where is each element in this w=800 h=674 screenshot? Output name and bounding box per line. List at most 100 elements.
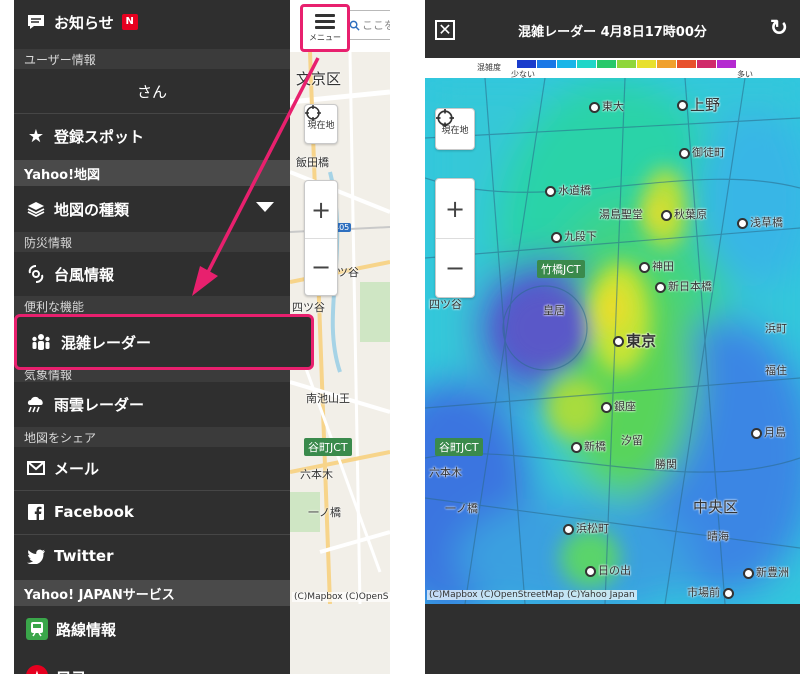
- heatmap-label: 新日本橋: [655, 278, 712, 294]
- menu-item-registered-spots[interactable]: ★ 登録スポット: [14, 114, 290, 158]
- rain-radar-label: 雨雲レーダー: [54, 395, 145, 414]
- legend-swatch: [657, 60, 676, 68]
- heatmap-label: 市場前: [687, 584, 736, 600]
- heatmap-label: 浜松町: [563, 520, 609, 536]
- left-screen-menu: 文京区 飯田橋 四ツ谷 四ツ谷 南池山王 谷町JCT 六本木 一ノ橋 405 (…: [14, 0, 390, 674]
- menu-item-map-type[interactable]: 地図の種類: [14, 187, 290, 231]
- legend-swatch: [597, 60, 616, 68]
- menu-item-typhoon[interactable]: 台風情報: [14, 252, 290, 296]
- new-badge: N: [121, 14, 138, 30]
- heatmap-label-text: 水道橋: [558, 184, 591, 197]
- heatmap-label-text: 神田: [652, 260, 674, 273]
- zoom-control: + −: [304, 180, 338, 296]
- legend-swatch: [717, 60, 736, 68]
- heatmap-label-text: 九段下: [564, 230, 597, 243]
- menu-item-rain-radar[interactable]: 雨雲レーダー: [14, 382, 290, 426]
- heatmap-label: 新豊洲: [743, 564, 789, 580]
- congestion-heatmap[interactable]: 東大 上野 御徒町 湯島聖堂 秋葉原 水道橋 九段下 浅草橋 竹橋JCT 神田 …: [425, 78, 800, 604]
- section-useful: 便利な機能: [14, 296, 290, 316]
- radar-title: 混雑レーダー 4月8日17時00分: [518, 25, 707, 40]
- heatmap-label-text: 東大: [602, 100, 624, 113]
- heatmap-label: 四ツ谷: [429, 298, 462, 311]
- crosshair-icon: [305, 105, 321, 121]
- heatmap-label-text: 新日本橋: [668, 280, 712, 293]
- jct-label: 谷町JCT: [304, 438, 352, 456]
- heatmap-label-text: 浜松町: [576, 522, 609, 535]
- menu-item-congestion-radar[interactable]: 混雑レーダー: [14, 314, 314, 370]
- map-type-label: 地図の種類: [54, 200, 130, 219]
- zoom-out-button[interactable]: −: [436, 238, 474, 297]
- heatmap-label-text: 新豊洲: [756, 566, 789, 579]
- rain-cloud-icon: [26, 394, 46, 414]
- map-label: 南池山王: [306, 392, 350, 405]
- menu-item-notice[interactable]: お知らせ N: [14, 0, 290, 44]
- mail-icon: [26, 458, 46, 478]
- menu-item-mail[interactable]: メール: [14, 447, 290, 489]
- heatmap-label: 新橋: [571, 438, 606, 454]
- heatmap-label-text: 銀座: [614, 400, 636, 413]
- heatmap-label-text: 市場前: [687, 586, 720, 599]
- mail-label: メール: [54, 459, 100, 478]
- menu-button[interactable]: メニュー: [300, 4, 350, 52]
- legend-swatch: [617, 60, 636, 68]
- loco-icon: ★: [26, 665, 48, 674]
- heatmap-label: 皇居: [543, 304, 565, 317]
- heatmap-label: 一ノ橋: [445, 502, 478, 515]
- zoom-out-button[interactable]: −: [305, 238, 337, 295]
- radar-header: ✕ 混雑レーダー 4月8日17時00分 ↻: [425, 0, 800, 58]
- chevron-down-icon: [256, 202, 274, 212]
- legend-swatch: [637, 60, 656, 68]
- legend-swatch: [677, 60, 696, 68]
- section-services: Yahoo! JAPANサービス: [14, 580, 290, 606]
- heatmap-label-text: 上野: [690, 96, 721, 114]
- heatmap-jct-label: 谷町JCT: [435, 438, 483, 456]
- reload-button[interactable]: ↻: [770, 18, 788, 40]
- current-location-button[interactable]: 現在地: [304, 104, 338, 144]
- heatmap-label: 東京: [613, 330, 656, 351]
- legend-swatch: [537, 60, 556, 68]
- heatmap-label: 秋葉原: [661, 206, 707, 222]
- congestion-legend: 混雑度 少ない 多い: [425, 58, 800, 79]
- section-disaster: 防災情報: [14, 232, 290, 252]
- menu-item-loco[interactable]: ★ ロコ: [14, 654, 290, 674]
- heatmap-label: 九段下: [551, 228, 597, 244]
- section-user: ユーザー情報: [14, 49, 290, 69]
- heatmap-label: 晴海: [707, 530, 729, 543]
- heatmap-label: 浅草橋: [737, 214, 783, 230]
- typhoon-label: 台風情報: [54, 265, 115, 284]
- user-name[interactable]: さん: [14, 69, 290, 113]
- menu-item-route-info[interactable]: 路線情報: [14, 607, 290, 651]
- section-share: 地図をシェア: [14, 427, 290, 447]
- heatmap-label: 勝関: [655, 458, 677, 471]
- legend-swatch: [557, 60, 576, 68]
- heatmap-label: 浜町: [765, 322, 787, 335]
- heatmap-label: 上野: [677, 94, 720, 115]
- legend-color-scale: [517, 60, 736, 68]
- section-yahoo-map: Yahoo!地図: [14, 160, 290, 186]
- bottom-bar: [425, 604, 800, 674]
- layers-icon: [26, 199, 46, 219]
- heatmap-label-text: 東京: [626, 332, 657, 350]
- registered-spots-label: 登録スポット: [54, 127, 145, 146]
- loco-label: ロコ: [56, 666, 86, 674]
- menu-item-facebook[interactable]: Facebook: [14, 491, 290, 533]
- legend-title: 混雑度: [477, 63, 501, 72]
- heatmap-label: 神田: [639, 258, 674, 274]
- heatmap-label-text: 浅草橋: [750, 216, 783, 229]
- heatmap-label: 六本木: [429, 466, 462, 479]
- zoom-in-button[interactable]: +: [436, 179, 474, 238]
- route-info-label: 路線情報: [56, 620, 117, 639]
- menu-item-twitter[interactable]: Twitter: [14, 535, 290, 577]
- heatmap-label: 月島: [751, 424, 786, 440]
- twitter-icon: [26, 546, 46, 566]
- zoom-in-button[interactable]: +: [305, 181, 337, 238]
- congestion-label: 混雑レーダー: [61, 333, 152, 352]
- heatmap-label-text: 新橋: [584, 440, 606, 453]
- heatmap-label: 中央区: [693, 498, 739, 516]
- current-location-button[interactable]: 現在地: [435, 108, 475, 150]
- facebook-label: Facebook: [54, 503, 134, 521]
- legend-swatch: [697, 60, 716, 68]
- zoom-control: + −: [435, 178, 475, 298]
- heatmap-label-text: 日の出: [598, 564, 631, 577]
- search-input[interactable]: ここを: [344, 10, 390, 40]
